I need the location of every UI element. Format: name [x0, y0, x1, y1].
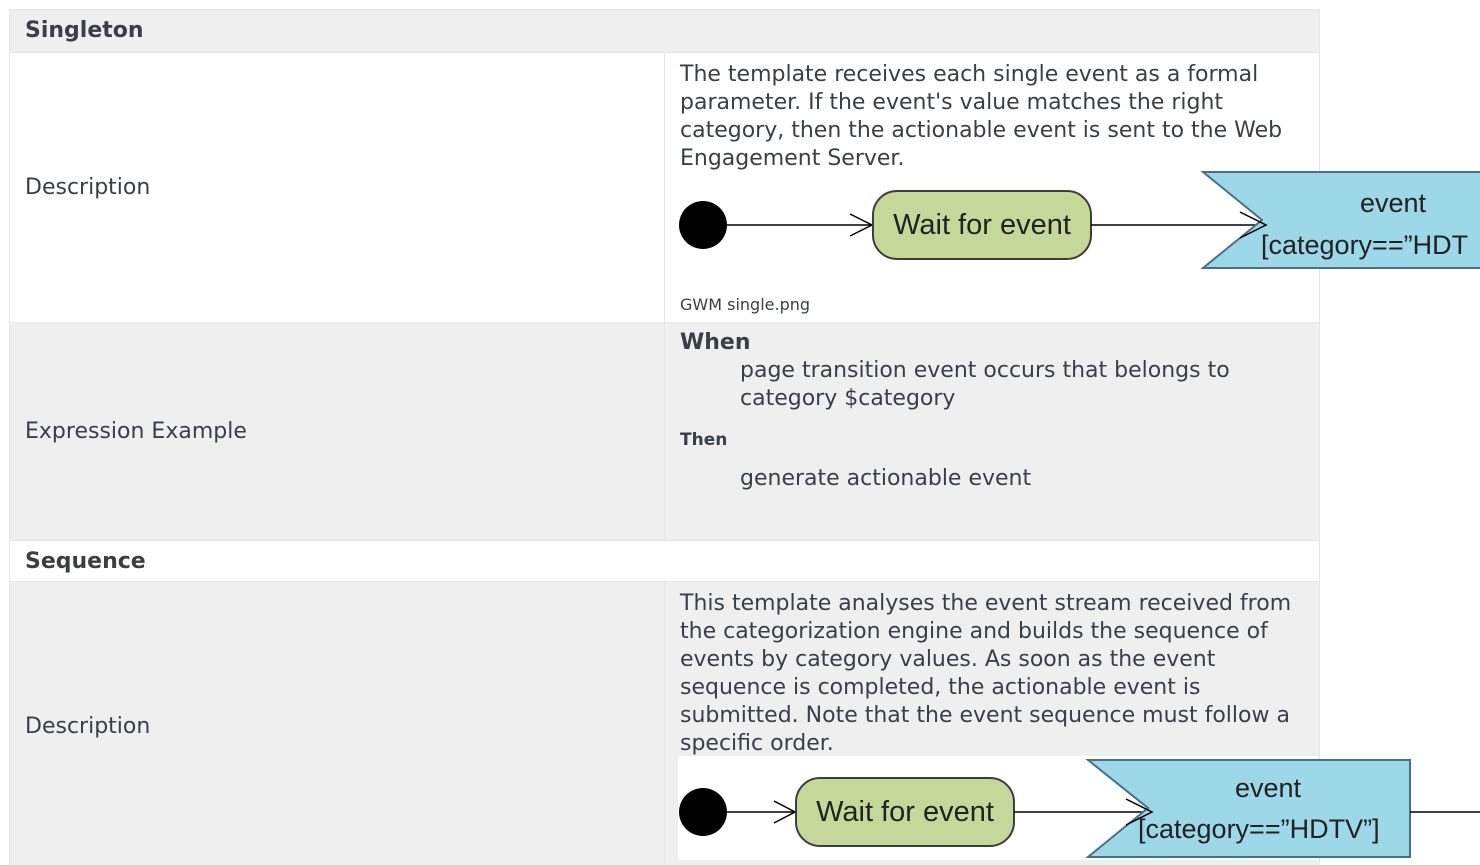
when-label: When	[680, 330, 751, 355]
singleton-heading-row: Singleton	[9, 9, 1320, 53]
singleton-description-label: Description	[9, 52, 665, 323]
when-text: page transition event occurs that belong…	[740, 358, 1230, 411]
sequence-description-label: Description	[9, 581, 665, 865]
singleton-expression-label: Expression Example	[9, 322, 665, 541]
sequence-state-diagram: Wait for event event [category==”HDTV”]	[678, 756, 1480, 860]
singleton-image-caption: GWM single.png	[680, 295, 811, 314]
event-label-line1: event	[1360, 188, 1427, 218]
singleton-state-diagram: Wait for event event [category==”HDT	[679, 171, 1480, 269]
sequence-description-text: This template analyses the event stream …	[680, 591, 1292, 756]
event-label-line2: [category==”HDT	[1261, 230, 1468, 260]
initial-state-icon	[679, 788, 727, 836]
then-label: Then	[680, 430, 728, 450]
patterns-table: Singleton Description The template recei…	[9, 9, 1320, 865]
page: Singleton Description The template recei…	[0, 0, 1480, 865]
then-text: generate actionable event	[740, 466, 1032, 491]
initial-state-icon	[679, 201, 727, 249]
wait-state-label: Wait for event	[893, 209, 1071, 241]
wait-state-label: Wait for event	[816, 796, 994, 828]
singleton-description-text: The template receives each single event …	[680, 62, 1283, 171]
singleton-expression-row: Expression Example When page transition …	[9, 322, 1320, 541]
sequence-heading: Sequence	[9, 540, 1320, 582]
singleton-expression-cell: When page transition event occurs that b…	[664, 322, 1320, 541]
event-label-line2: [category==”HDTV”]	[1138, 814, 1380, 844]
singleton-heading: Singleton	[9, 9, 1320, 53]
event-label-line1: event	[1235, 773, 1302, 803]
sequence-heading-row: Sequence	[9, 540, 1320, 582]
